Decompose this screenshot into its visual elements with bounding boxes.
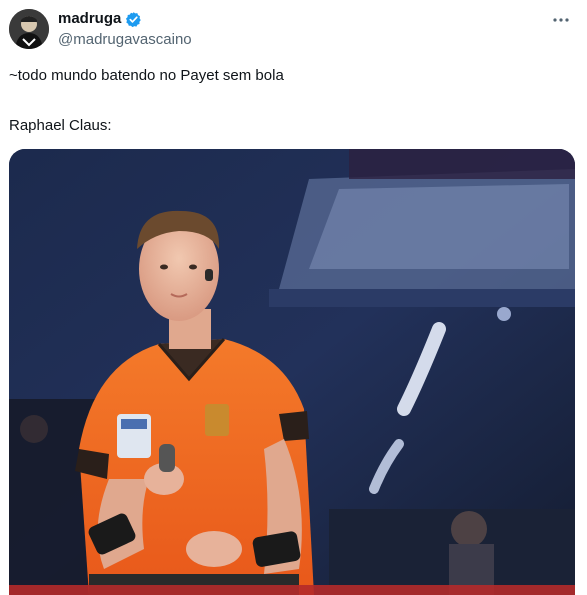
tweet-media-image[interactable]	[9, 149, 575, 595]
author-handle[interactable]: @madrugavascaino	[58, 30, 192, 50]
author-display-name[interactable]: madruga	[58, 9, 121, 29]
tweet: madruga @madrugavascaino ~todo mundo bat…	[0, 0, 587, 595]
avatar[interactable]	[9, 9, 49, 49]
more-options-icon[interactable]	[549, 8, 573, 32]
tweet-text-line: Raphael Claus:	[9, 117, 112, 134]
author-name-row[interactable]: madruga	[58, 9, 142, 29]
verified-badge-icon	[125, 11, 142, 28]
referee-photo	[9, 149, 575, 595]
tweet-text-line: ~todo mundo batendo no Payet sem bola	[9, 67, 284, 84]
